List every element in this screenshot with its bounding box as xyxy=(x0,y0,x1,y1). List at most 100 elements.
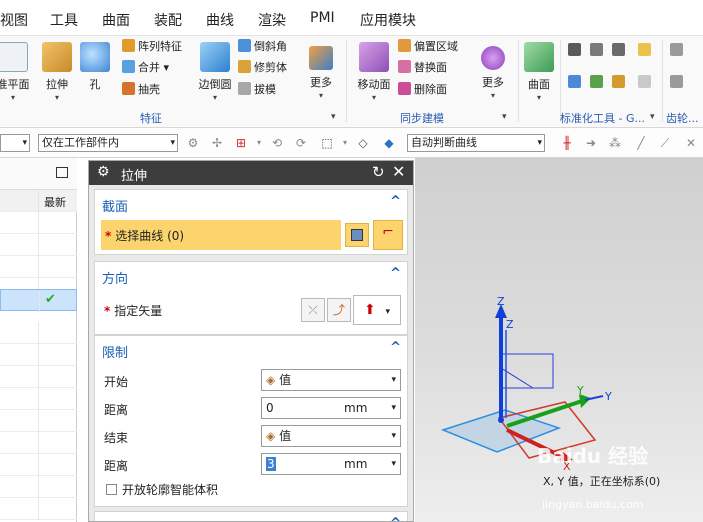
shell-icon xyxy=(122,82,135,95)
std-tool-icon-1[interactable] xyxy=(568,42,584,60)
gear-icon[interactable]: ⚙ xyxy=(97,164,110,180)
start-option-select[interactable]: ◈ 值 ▾ xyxy=(261,369,401,391)
std-tool-icon-6[interactable] xyxy=(612,74,628,92)
menu-pmi[interactable]: PMI xyxy=(310,10,335,26)
reverse-direction-icon[interactable]: ⤫ xyxy=(301,298,325,322)
menu-surface[interactable]: 曲面 xyxy=(102,10,130,30)
curve-rule-combo[interactable]: 自动判断曲线 ▾ xyxy=(407,134,545,152)
std-tool-icon-8[interactable] xyxy=(638,74,654,92)
start-distance-input[interactable]: 0 mm ▾ xyxy=(261,397,401,419)
hole-button[interactable]: 孔 xyxy=(72,40,118,106)
menu-tools[interactable]: 工具 xyxy=(50,10,78,30)
select-tool-icon-5[interactable]: ◇ xyxy=(356,136,370,150)
table-row[interactable] xyxy=(0,366,77,388)
end-distance-input[interactable]: 3 mm ▾ xyxy=(261,453,401,475)
datum-plane-button[interactable]: 准平面 ▾ xyxy=(0,40,36,106)
snap-tool-icon-4[interactable]: ╱ xyxy=(634,136,648,150)
chamfer-button[interactable]: 倒斜角 xyxy=(238,38,287,56)
replace-face-button[interactable]: 替换面 xyxy=(398,59,447,77)
snap-tool-icon-6[interactable]: ✕ xyxy=(684,136,698,150)
table-row-selected[interactable]: ✔ xyxy=(0,289,77,312)
work-part-filter-combo[interactable]: 仅在工作部件内 ▾ xyxy=(38,134,178,152)
menu-bar: 视图 工具 曲面 装配 曲线 渲染 PMI 应用模块 xyxy=(0,0,703,36)
table-row[interactable] xyxy=(0,410,77,432)
std-tools-expand-icon[interactable]: ▾ xyxy=(650,112,655,122)
select-tool-icon-1[interactable]: ⚙ xyxy=(186,136,200,150)
maximize-icon[interactable] xyxy=(56,167,68,178)
table-row[interactable] xyxy=(0,256,77,278)
table-row[interactable] xyxy=(0,432,77,454)
snap-tool-icon-5[interactable]: ⟋ xyxy=(658,136,672,150)
std-tool-icon-2[interactable] xyxy=(590,42,606,60)
start-label: 开始 xyxy=(104,375,129,389)
table-row[interactable] xyxy=(0,498,77,520)
std-tools-group-label: 标准化工具 - G... xyxy=(560,112,645,125)
edge-blend-button[interactable]: 边倒圆 ▾ xyxy=(192,40,238,106)
sync-group-expand-icon[interactable]: ▾ xyxy=(502,112,507,122)
vector-type-dropdown[interactable]: ⬆ ▾ xyxy=(353,295,401,325)
std-tool-icon-7[interactable] xyxy=(638,42,654,60)
open-profile-checkbox[interactable] xyxy=(106,484,117,495)
table-row[interactable] xyxy=(0,454,77,476)
more-sync-button[interactable]: 更多 ▾ xyxy=(470,40,516,106)
navigator-titlebar xyxy=(0,158,77,190)
curve-select-icon[interactable]: ⌐ xyxy=(373,220,403,250)
coordinate-status-text: X, Y 值，正在坐标系(0) xyxy=(543,475,661,488)
close-icon[interactable]: ✕ xyxy=(392,162,405,181)
table-row[interactable] xyxy=(0,476,77,498)
feature-group-expand-icon[interactable]: ▾ xyxy=(331,112,336,122)
chevron-down-icon[interactable]: ▾ xyxy=(252,136,266,150)
dialog-titlebar[interactable]: ⚙ 拉伸 ↻ ✕ xyxy=(89,161,413,185)
delete-face-button[interactable]: 删除面 xyxy=(398,81,447,99)
snap-tool-icon-1[interactable]: ╫ xyxy=(560,136,574,150)
collapse-icon[interactable]: ^ xyxy=(390,266,401,281)
menu-curve[interactable]: 曲线 xyxy=(206,10,234,30)
select-curve-row[interactable]: * 选择曲线 (0) xyxy=(101,220,341,250)
menu-render[interactable]: 渲染 xyxy=(258,10,286,30)
gear-tool-icon-1[interactable] xyxy=(670,42,686,60)
select-tool-icon-2[interactable]: ✢ xyxy=(210,136,224,150)
select-tool-icon-3[interactable]: ⟲ xyxy=(270,136,284,150)
unite-button[interactable]: 合并 ▾ xyxy=(122,59,169,77)
table-row[interactable] xyxy=(0,234,77,256)
std-tool-icon-5[interactable] xyxy=(590,74,606,92)
menu-assembly[interactable]: 装配 xyxy=(154,10,182,30)
collapse-icon[interactable]: ^ xyxy=(390,516,401,521)
type-filter-combo[interactable]: ▾ xyxy=(0,134,30,152)
select-tool-icon-6[interactable]: ◆ xyxy=(382,136,396,150)
std-tool-icon-3[interactable] xyxy=(612,42,628,60)
table-row[interactable] xyxy=(0,212,77,234)
offset-region-button[interactable]: 偏置区域 xyxy=(398,38,458,56)
table-row[interactable] xyxy=(0,388,77,410)
snap-tool-icon-2[interactable]: ➜ xyxy=(584,136,598,150)
end-option-select[interactable]: ◈ 值 ▾ xyxy=(261,425,401,447)
collapse-icon[interactable]: ^ xyxy=(390,194,401,209)
surface-label: 曲面 xyxy=(528,78,550,91)
menu-application[interactable]: 应用模块 xyxy=(360,10,416,30)
surface-button[interactable]: 曲面 ▾ xyxy=(516,40,562,106)
reset-icon[interactable]: ↻ xyxy=(372,163,385,181)
collapse-icon[interactable]: ^ xyxy=(390,340,401,355)
graphics-viewport[interactable]: Z Z Y Y X Baidu 经验 X, Y 值，正在坐标系(0) jingy… xyxy=(415,158,703,522)
vector-dialog-icon[interactable]: ⤴ xyxy=(327,298,351,322)
shell-button[interactable]: 抽壳 xyxy=(122,81,160,99)
std-tool-icon-4[interactable] xyxy=(568,74,584,92)
rectangle-select-icon[interactable]: ⬚ xyxy=(320,136,334,150)
latest-column-header[interactable]: 最新 xyxy=(44,194,66,210)
chevron-down-icon[interactable]: ▾ xyxy=(338,136,352,150)
hole-label: 孔 xyxy=(89,78,101,91)
replace-face-icon xyxy=(398,60,411,73)
more-features-button[interactable]: 更多 ▾ xyxy=(298,40,344,106)
sketch-section-icon[interactable] xyxy=(345,223,369,247)
trim-body-button[interactable]: 修剪体 xyxy=(238,59,287,77)
snap-point-icon[interactable]: ⊞ xyxy=(234,136,248,150)
table-row[interactable] xyxy=(0,344,77,366)
gear-tool-icon-2[interactable] xyxy=(670,74,686,92)
snap-tool-icon-3[interactable]: ⁂ xyxy=(608,136,622,150)
move-face-button[interactable]: 移动面 ▾ xyxy=(351,40,397,106)
draft-button[interactable]: 拔模 xyxy=(238,81,276,99)
select-tool-icon-4[interactable]: ⟳ xyxy=(294,136,308,150)
pattern-feature-button[interactable]: 阵列特征 xyxy=(122,38,182,56)
menu-view[interactable]: 视图 xyxy=(0,10,28,30)
table-row[interactable] xyxy=(0,322,77,344)
